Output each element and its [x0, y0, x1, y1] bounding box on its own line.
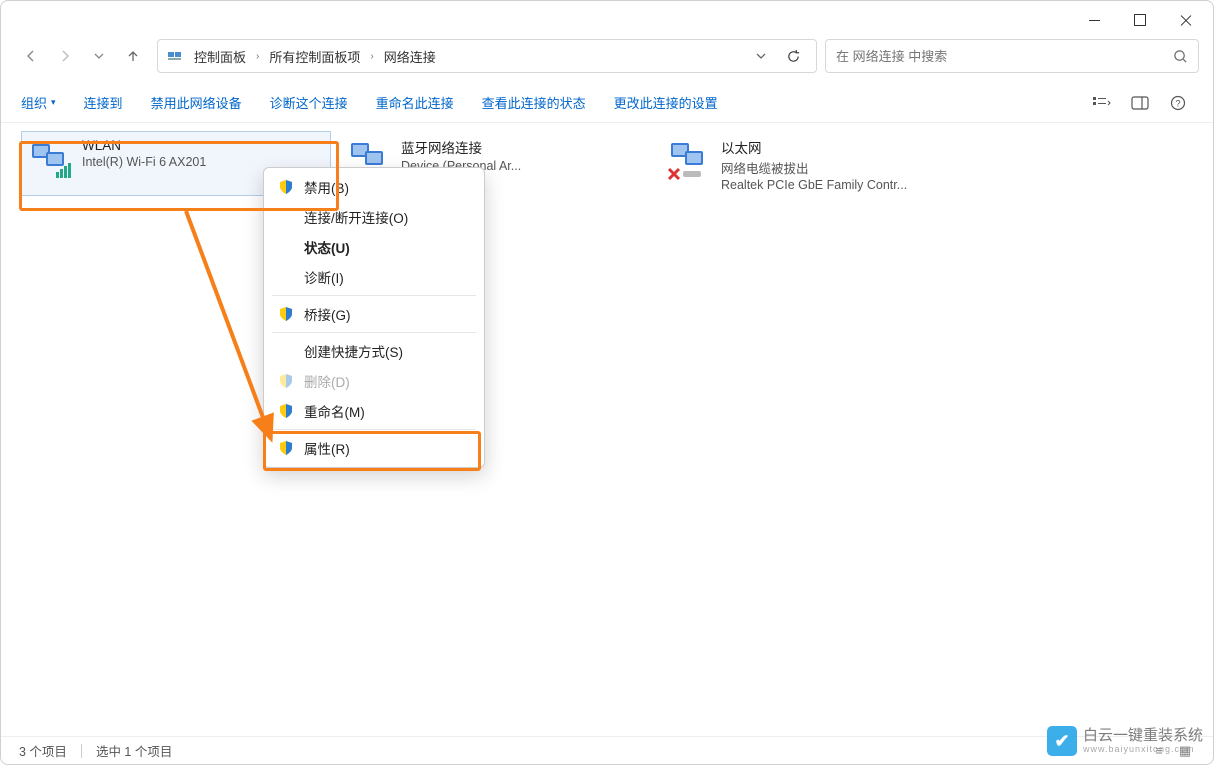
context-menu: 禁用(B) 连接/断开连接(O) 状态(U) 诊断(I) 桥接(G) 创建快捷方…	[263, 167, 485, 468]
watermark-logo-icon: ✔	[1047, 726, 1077, 756]
up-button[interactable]	[117, 40, 149, 72]
forward-button[interactable]	[49, 40, 81, 72]
chevron-right-icon: ›	[370, 51, 373, 62]
menu-label: 重命名(M)	[304, 401, 365, 421]
address-bar[interactable]: 控制面板 › 所有控制面板项 › 网络连接	[157, 39, 817, 73]
search-icon[interactable]	[1173, 49, 1188, 64]
arrow-up-icon	[125, 48, 141, 64]
recent-dropdown[interactable]	[83, 40, 115, 72]
status-selected-count: 选中 1 个项目	[96, 741, 172, 760]
menu-label: 创建快捷方式(S)	[304, 341, 403, 361]
preview-pane-button[interactable]	[1125, 90, 1155, 116]
rename-button[interactable]: 重命名此连接	[376, 93, 454, 112]
wifi-adapter-icon	[28, 136, 74, 182]
adapter-status: 网络电缆被拔出	[721, 158, 965, 177]
menu-label: 桥接(G)	[304, 304, 351, 324]
disable-device-button[interactable]: 禁用此网络设备	[151, 93, 242, 112]
chevron-right-icon: ›	[256, 51, 259, 62]
menu-label: 连接/断开连接(O)	[304, 207, 408, 227]
menu-diagnose[interactable]: 诊断(I)	[264, 262, 484, 292]
breadcrumb-item[interactable]: 控制面板	[190, 45, 250, 68]
menu-label: 属性(R)	[304, 438, 350, 458]
window: 控制面板 › 所有控制面板项 › 网络连接 组织 ▾	[0, 0, 1214, 765]
shield-icon	[278, 179, 294, 195]
view-list-icon	[1093, 96, 1111, 110]
adapter-name: 蓝牙网络连接	[401, 137, 645, 157]
address-dropdown[interactable]	[746, 42, 776, 70]
menu-shortcut[interactable]: 创建快捷方式(S)	[264, 336, 484, 366]
breadcrumb-item[interactable]: 所有控制面板项	[265, 45, 364, 68]
shield-icon	[278, 403, 294, 419]
refresh-icon	[786, 49, 801, 64]
help-button[interactable]: ?	[1163, 90, 1193, 116]
status-item-count: 3 个项目	[19, 741, 67, 760]
menu-label: 禁用(B)	[304, 177, 349, 197]
menu-rename[interactable]: 重命名(M)	[264, 396, 484, 426]
menu-separator	[272, 429, 476, 430]
diagnose-button[interactable]: 诊断这个连接	[270, 93, 348, 112]
ethernet-adapter-icon	[667, 135, 713, 181]
watermark-url: www.baiyunxitong.com	[1083, 744, 1203, 754]
menu-separator	[272, 332, 476, 333]
nav-row: 控制面板 › 所有控制面板项 › 网络连接	[1, 39, 1213, 83]
svg-text:?: ?	[1175, 98, 1180, 108]
arrow-right-icon	[57, 48, 73, 64]
close-button[interactable]	[1163, 5, 1209, 35]
menu-delete: 删除(D)	[264, 366, 484, 396]
menu-properties[interactable]: 属性(R)	[264, 433, 484, 463]
nav-arrows	[15, 40, 149, 72]
view-status-button[interactable]: 查看此连接的状态	[482, 93, 586, 112]
command-bar: 组织 ▾ 连接到 禁用此网络设备 诊断这个连接 重命名此连接 查看此连接的状态 …	[1, 83, 1213, 123]
chevron-down-icon	[755, 50, 767, 62]
shield-icon	[278, 306, 294, 322]
search-bar[interactable]	[825, 39, 1199, 73]
menu-label: 诊断(I)	[304, 267, 344, 287]
watermark: ✔ 白云一键重装系统 www.baiyunxitong.com	[1047, 726, 1203, 756]
refresh-button[interactable]	[778, 42, 808, 70]
menu-status[interactable]: 状态(U)	[264, 232, 484, 262]
arrow-left-icon	[23, 48, 39, 64]
minimize-button[interactable]	[1071, 5, 1117, 35]
menu-label: 状态(U)	[304, 237, 350, 257]
organize-menu[interactable]: 组织 ▾	[21, 93, 56, 112]
help-icon: ?	[1170, 95, 1186, 111]
titlebar	[1, 1, 1213, 39]
menu-label: 删除(D)	[304, 371, 350, 391]
connect-to-button[interactable]: 连接到	[84, 93, 123, 112]
watermark-text: 白云一键重装系统	[1083, 728, 1203, 745]
menu-separator	[272, 295, 476, 296]
search-input[interactable]	[836, 49, 1173, 64]
shield-icon	[278, 440, 294, 456]
content-area: WLAN Intel(R) Wi-Fi 6 AX201 蓝牙网络连接	[1, 123, 1213, 734]
shield-icon	[278, 373, 294, 389]
breadcrumb-item[interactable]: 网络连接	[380, 45, 440, 68]
adapters-list: WLAN Intel(R) Wi-Fi 6 AX201 蓝牙网络连接	[21, 131, 1193, 196]
chevron-down-icon: ▾	[51, 97, 56, 108]
menu-bridge[interactable]: 桥接(G)	[264, 299, 484, 329]
maximize-button[interactable]	[1117, 5, 1163, 35]
adapter-name: WLAN	[82, 138, 324, 153]
menu-disable[interactable]: 禁用(B)	[264, 172, 484, 202]
menu-connect-disconnect[interactable]: 连接/断开连接(O)	[264, 202, 484, 232]
chevron-down-icon	[93, 50, 105, 62]
organize-label: 组织	[21, 93, 47, 112]
status-separator	[81, 744, 82, 758]
back-button[interactable]	[15, 40, 47, 72]
adapter-device: Realtek PCIe GbE Family Contr...	[721, 178, 965, 192]
change-settings-button[interactable]: 更改此连接的设置	[614, 93, 718, 112]
status-bar: 3 个项目 选中 1 个项目 ≡ ▦	[1, 736, 1213, 764]
location-icon	[166, 47, 184, 65]
view-options-button[interactable]	[1087, 90, 1117, 116]
adapter-name: 以太网	[721, 137, 965, 157]
panel-icon	[1131, 96, 1149, 110]
adapter-ethernet[interactable]: 以太网 网络电缆被拔出 Realtek PCIe GbE Family Cont…	[661, 131, 971, 196]
